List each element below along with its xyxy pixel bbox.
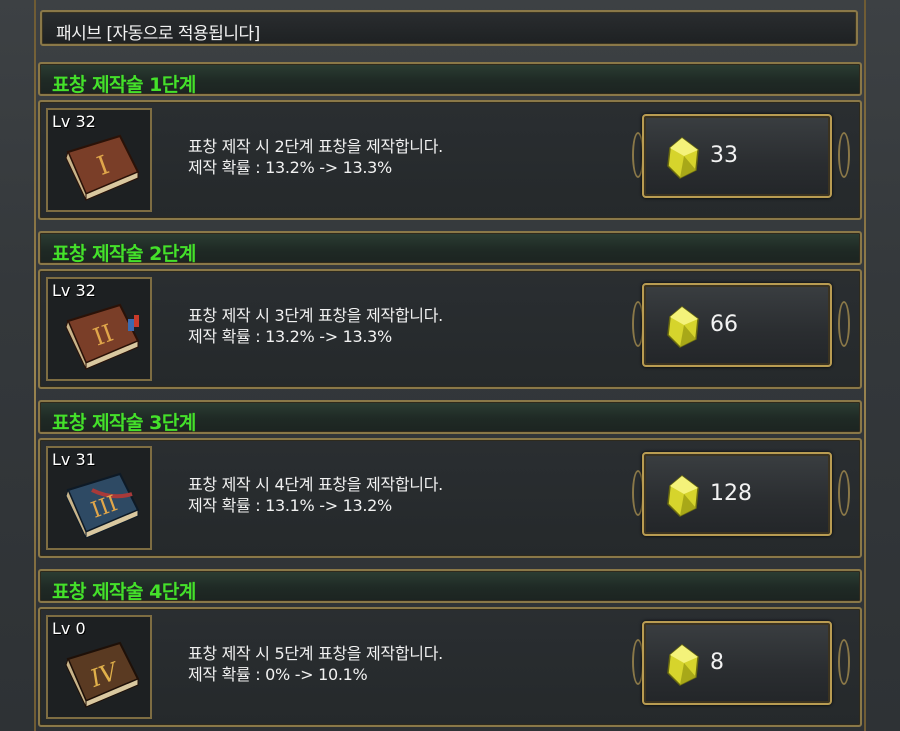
- skill-row[interactable]: Lv 32 II 표창 제작 시 3단계 표창을 제작합니다. 제작 확률 : …: [38, 269, 862, 389]
- skill-book-icon: IV: [65, 641, 140, 708]
- skill-level: Lv 32: [52, 112, 96, 131]
- ornament: [838, 470, 850, 516]
- skill-icon-slot[interactable]: Lv 31 III: [46, 446, 152, 550]
- skill-upgrade-button[interactable]: 8: [642, 621, 832, 705]
- skill-desc-line2: 제작 확률 : 13.1% -> 13.2%: [188, 496, 392, 515]
- right-frame-border: [864, 0, 866, 731]
- skill-description: 표창 제작 시 5단계 표창을 제작합니다. 제작 확률 : 0% -> 10.…: [188, 643, 443, 685]
- skill-cost: 33: [710, 143, 738, 168]
- skill-upgrade-button[interactable]: 33: [642, 114, 832, 198]
- skill-cost: 8: [710, 650, 724, 675]
- skill-desc-line2: 제작 확률 : 13.2% -> 13.3%: [188, 158, 392, 177]
- skill-row[interactable]: Lv 32 I 표창 제작 시 2단계 표창을 제작합니다. 제작 확률 : 1…: [38, 100, 862, 220]
- ornament: [838, 301, 850, 347]
- yellow-gem-icon: [667, 644, 699, 686]
- skill-level: Lv 32: [52, 281, 96, 300]
- skill-icon-slot[interactable]: Lv 32 II: [46, 277, 152, 381]
- skill-title-bar: 표창 제작술 4단계: [38, 569, 862, 603]
- skill-desc-line1: 표창 제작 시 4단계 표창을 제작합니다.: [188, 475, 443, 494]
- skill-book-icon: III: [65, 472, 140, 539]
- skill-desc-line2: 제작 확률 : 13.2% -> 13.3%: [188, 327, 392, 346]
- skill-description: 표창 제작 시 4단계 표창을 제작합니다. 제작 확률 : 13.1% -> …: [188, 474, 443, 516]
- skill-upgrade-button[interactable]: 128: [642, 452, 832, 536]
- skill-title-bar: 표창 제작술 2단계: [38, 231, 862, 265]
- skill-row[interactable]: Lv 0 IV 표창 제작 시 5단계 표창을 제작합니다. 제작 확률 : 0…: [38, 607, 862, 727]
- ornament: [838, 132, 850, 178]
- skill-level: Lv 31: [52, 450, 96, 469]
- skill-desc-line1: 표창 제작 시 2단계 표창을 제작합니다.: [188, 137, 443, 156]
- skill-level: Lv 0: [52, 619, 86, 638]
- skill-icon-slot[interactable]: Lv 32 I: [46, 108, 152, 212]
- skill-title: 표창 제작술 2단계: [52, 243, 196, 265]
- skill-title: 표창 제작술 4단계: [52, 581, 196, 603]
- skill-description: 표창 제작 시 2단계 표창을 제작합니다. 제작 확률 : 13.2% -> …: [188, 136, 443, 178]
- yellow-gem-icon: [667, 137, 699, 179]
- yellow-gem-icon: [667, 306, 699, 348]
- skill-title-bar: 표창 제작술 1단계: [38, 62, 862, 96]
- skill-cost: 128: [710, 481, 752, 506]
- skill-upgrade-button[interactable]: 66: [642, 283, 832, 367]
- skill-cost: 66: [710, 312, 738, 337]
- left-frame-border: [34, 0, 36, 731]
- skill-book-icon: II: [65, 303, 140, 370]
- skill-desc-line2: 제작 확률 : 0% -> 10.1%: [188, 665, 368, 684]
- skill-description: 표창 제작 시 3단계 표창을 제작합니다. 제작 확률 : 13.2% -> …: [188, 305, 443, 347]
- passive-header-label: 패시브 [자동으로 적용됩니다]: [56, 24, 260, 44]
- skill-row[interactable]: Lv 31 III 표창 제작 시 4단계 표창을 제작합니다. 제작 확률 :…: [38, 438, 862, 558]
- skill-title: 표창 제작술 3단계: [52, 412, 196, 434]
- skill-icon-slot[interactable]: Lv 0 IV: [46, 615, 152, 719]
- skill-book-icon: I: [65, 134, 140, 201]
- yellow-gem-icon: [667, 475, 699, 517]
- skill-desc-line1: 표창 제작 시 5단계 표창을 제작합니다.: [188, 644, 443, 663]
- ornament: [838, 639, 850, 685]
- skill-title-bar: 표창 제작술 3단계: [38, 400, 862, 434]
- skill-desc-line1: 표창 제작 시 3단계 표창을 제작합니다.: [188, 306, 443, 325]
- skill-title: 표창 제작술 1단계: [52, 74, 196, 96]
- passive-header: 패시브 [자동으로 적용됩니다]: [40, 10, 858, 46]
